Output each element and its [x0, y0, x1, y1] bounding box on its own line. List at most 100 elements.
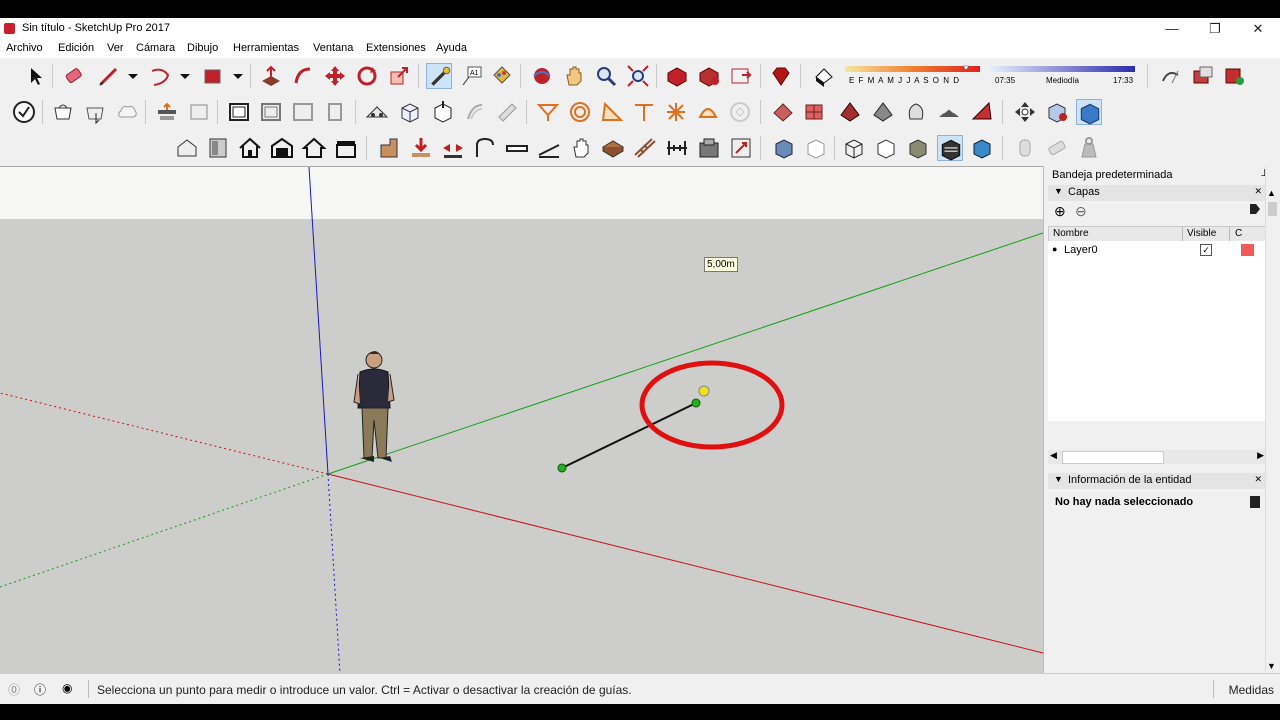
selection-hand-button[interactable] [568, 135, 594, 161]
push-pull-tool-button[interactable] [258, 63, 284, 89]
ruby-console-button[interactable] [768, 63, 794, 89]
menu-archivo[interactable]: Archivo [6, 42, 43, 54]
three-d-text-button[interactable] [695, 99, 721, 125]
menu-camara[interactable]: Cámara [136, 42, 175, 54]
entity-info-panel-header[interactable]: ▼ Información de la entidad ✕ [1048, 473, 1266, 489]
view-left-button[interactable] [290, 99, 316, 125]
flip-edge-button[interactable] [870, 99, 896, 125]
rectangle-tool-button[interactable] [200, 63, 226, 89]
chevron-down-icon[interactable] [172, 63, 190, 89]
menu-ver[interactable]: Ver [107, 42, 124, 54]
style-shaded-button[interactable] [841, 135, 867, 161]
terrain-tool-button[interactable] [936, 99, 962, 125]
sandbox-from-scratch-button[interactable] [567, 99, 593, 125]
credits-icon[interactable]: ⓘ [34, 681, 46, 698]
eraser-alt-button[interactable] [1044, 135, 1070, 161]
arc-tool-button[interactable] [148, 63, 174, 89]
window-tool-button[interactable] [600, 135, 626, 161]
active-layer-radio[interactable]: ● [1052, 244, 1057, 254]
view-front-button[interactable] [226, 99, 252, 125]
tray-vertical-scrollbar[interactable]: ▲ ▼ [1265, 166, 1280, 673]
perspective-button[interactable] [1076, 99, 1102, 125]
view-back-button[interactable] [258, 99, 284, 125]
column-color[interactable]: C [1235, 228, 1242, 239]
layer-details-arrow-icon[interactable] [1250, 204, 1260, 214]
layers-horizontal-scrollbar[interactable]: ◀ ▶ [1048, 450, 1266, 464]
back-edges-button[interactable] [494, 99, 520, 125]
wall-tool-button[interactable] [376, 135, 402, 161]
style-wireframe-button[interactable] [771, 135, 797, 161]
components-attributes-button[interactable] [1222, 63, 1248, 89]
floor-tool-button[interactable] [408, 135, 434, 161]
orbit-axis-button[interactable] [1012, 99, 1038, 125]
top-view-button[interactable] [430, 99, 456, 125]
column-name[interactable]: Nombre [1053, 228, 1089, 239]
stair-tool-button[interactable] [536, 135, 562, 161]
model-info-button[interactable] [11, 99, 37, 125]
sandbox-from-contours-button[interactable] [535, 99, 561, 125]
furniture-button[interactable] [696, 135, 722, 161]
geo-location-icon[interactable]: ⓪ [8, 681, 20, 698]
orbit-tool-button[interactable] [529, 63, 555, 89]
smooth-tool-button[interactable] [969, 99, 995, 125]
layer-visible-checkbox[interactable]: ✓ [1200, 244, 1212, 256]
view-right-button[interactable] [322, 99, 348, 125]
user-account-icon[interactable]: ◉ [62, 681, 72, 695]
display-section-button[interactable] [186, 99, 212, 125]
measurements-label[interactable]: Medidas [1229, 683, 1274, 697]
line-tool-button[interactable] [96, 63, 122, 89]
weight-button[interactable] [1076, 135, 1102, 161]
3d-warehouse-button[interactable] [664, 63, 690, 89]
protractor-tool-button[interactable] [599, 99, 625, 125]
garage-button[interactable] [269, 135, 295, 161]
offset-wall-button[interactable] [440, 135, 466, 161]
close-icon[interactable]: ✕ [1254, 474, 1262, 485]
fence-tool-button[interactable] [664, 135, 690, 161]
layers-panel-header[interactable]: ▼ Capas ✕ [1048, 185, 1266, 201]
beam-tool-button[interactable] [504, 135, 530, 161]
component-tools-button[interactable] [82, 99, 108, 125]
eraser-tool-button[interactable] [61, 63, 87, 89]
components-button[interactable] [50, 99, 76, 125]
export-tool-button[interactable] [728, 135, 754, 161]
move-tool-button[interactable] [322, 63, 348, 89]
layer-row[interactable]: ● Layer0 ✓ [1048, 243, 1266, 259]
style-textured-button[interactable] [873, 135, 899, 161]
dimension-tool-button[interactable] [631, 99, 657, 125]
zoom-tool-button[interactable] [593, 63, 619, 89]
menu-ventana[interactable]: Ventana [313, 42, 353, 54]
style-hidden-line-button[interactable] [803, 135, 829, 161]
maximize-button[interactable]: ❐ [1193, 18, 1237, 40]
style-monochrome-button[interactable] [905, 135, 931, 161]
select-tool-button[interactable] [22, 63, 48, 89]
zoom-extents-tool-button[interactable] [625, 63, 651, 89]
menu-edicion[interactable]: Edición [58, 42, 94, 54]
shadows-toggle-button[interactable] [810, 63, 836, 89]
menu-herramientas[interactable]: Herramientas [233, 42, 299, 54]
menu-ayuda[interactable]: Ayuda [436, 42, 467, 54]
style-default-button[interactable] [969, 135, 995, 161]
entity-details-icon[interactable] [1250, 496, 1260, 508]
hidden-geometry-button[interactable] [727, 99, 753, 125]
iso-view-button[interactable] [397, 99, 423, 125]
remove-layer-icon[interactable]: ⊖ [1075, 203, 1087, 220]
menu-dibujo[interactable]: Dibujo [187, 42, 218, 54]
arch-tool-button[interactable] [472, 135, 498, 161]
menu-extensiones[interactable]: Extensiones [366, 42, 426, 54]
warehouse-house-button[interactable] [174, 135, 200, 161]
rotate-tool-button[interactable] [354, 63, 380, 89]
building-button[interactable] [333, 135, 359, 161]
section-plane-button[interactable] [154, 99, 180, 125]
walk-tool-button[interactable] [364, 99, 390, 125]
cloud-button[interactable] [114, 99, 140, 125]
stamp-tool-button[interactable] [770, 99, 796, 125]
layer-color-swatch[interactable] [1241, 244, 1254, 256]
smoove-tool-button[interactable] [903, 99, 929, 125]
share-model-button[interactable] [728, 63, 754, 89]
style-xray-button[interactable] [937, 135, 963, 161]
railing-tool-button[interactable] [632, 135, 658, 161]
add-detail-button[interactable] [837, 99, 863, 125]
drape-tool-button[interactable] [802, 99, 828, 125]
cylinder-button[interactable] [1012, 135, 1038, 161]
pan-tool-button[interactable] [561, 63, 587, 89]
